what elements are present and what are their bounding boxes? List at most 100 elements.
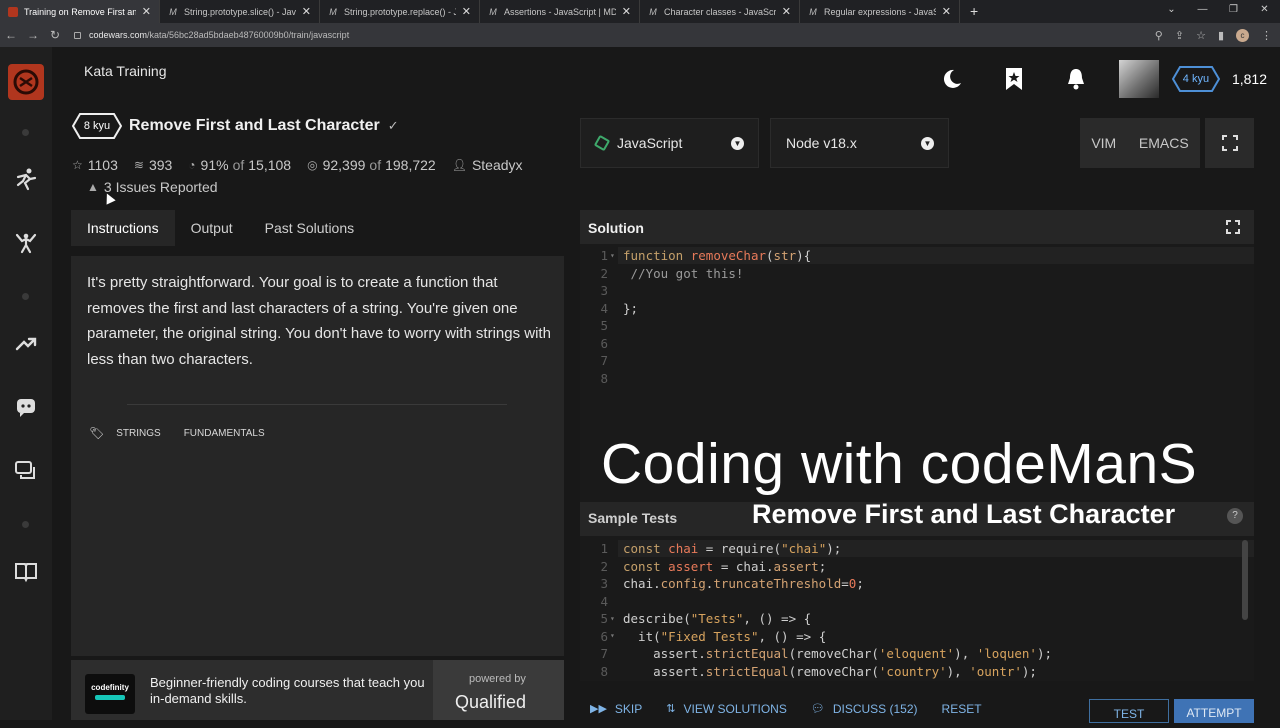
bookmark-icon[interactable]	[983, 67, 1045, 91]
kata-stats: ☆ 1103 ≋ 393 ◔ 91% of 15,108 ◎ 92,399 of 198,722…	[72, 157, 539, 173]
fold-arrow-icon[interactable]: ▾	[610, 614, 615, 623]
instructions-panel: It's pretty straightforward. Your goal i…	[71, 256, 564, 656]
video-overlay-subtitle: Remove First and Last Character	[752, 499, 1176, 529]
codewars-logo-icon[interactable]	[8, 64, 44, 100]
issues-link[interactable]: ▲ 3 Issues Reported	[87, 179, 218, 195]
author-name[interactable]: Steadyx	[472, 157, 523, 173]
mdn-favicon-icon: M	[489, 6, 497, 17]
docs-book-icon[interactable]	[14, 559, 38, 583]
author-stat[interactable]: 👤︎ Steadyx	[452, 157, 523, 173]
language-select[interactable]: JavaScript ▼	[580, 118, 759, 168]
vim-mode-button[interactable]: VIM	[1091, 135, 1116, 151]
menu-dots-icon[interactable]: ⋮	[1261, 29, 1272, 42]
close-tab-icon[interactable]: ✕	[302, 5, 311, 18]
url-field[interactable]: codewars.com/kata/56bc28ad5bdaeb48760009…	[74, 30, 349, 40]
browser-tab-2[interactable]: M String.prototype.replace() - Java ✕	[320, 0, 480, 23]
new-tab-button[interactable]: +	[960, 0, 988, 23]
browser-tab-1[interactable]: M String.prototype.slice() - JavaScri ✕	[160, 0, 320, 23]
attempt-button[interactable]: ATTEMPT	[1174, 699, 1254, 723]
page-title: Kata Training	[84, 63, 167, 79]
scrollbar[interactable]	[1242, 540, 1248, 620]
fold-arrow-icon[interactable]: ▾	[610, 631, 615, 640]
sponsor-ad[interactable]: codefinity Beginner-friendly coding cour…	[71, 660, 564, 720]
code-line: assert.strictEqual(removeChar('country')…	[623, 663, 1037, 679]
dark-mode-moon-icon[interactable]	[921, 67, 983, 91]
line-number: 3	[600, 283, 608, 298]
discord-icon[interactable]	[14, 395, 38, 419]
codewars-app: Kata Training 4 kyu 1,812 8 kyu Remove F…	[0, 47, 1280, 723]
powered-by-panel: powered by Qualified	[433, 660, 564, 720]
tag-strings[interactable]: STRINGS	[116, 428, 160, 439]
issues-label: 3 Issues Reported	[103, 179, 218, 195]
chat-icon[interactable]	[14, 459, 38, 483]
star-icon: ☆	[72, 158, 83, 172]
close-tab-icon[interactable]: ✕	[462, 5, 471, 18]
train-icon[interactable]	[14, 167, 38, 191]
line-number: 1	[600, 541, 608, 556]
share-icon[interactable]: ⇪	[1175, 29, 1184, 42]
bookmark-star-icon[interactable]: ☆	[1196, 29, 1206, 42]
discuss-chat-icon: 💬︎	[810, 703, 825, 715]
javascript-icon	[593, 134, 611, 152]
tab-output[interactable]: Output	[175, 210, 249, 246]
tag-list: 🏷︎ STRINGS FUNDAMENTALS	[89, 426, 288, 440]
sidepanel-icon[interactable]: ▮	[1218, 29, 1224, 42]
line-number: 1	[600, 248, 608, 263]
code-line: it("Fixed Tests", () => {	[623, 628, 827, 644]
sidebar-divider-dot	[22, 521, 29, 528]
close-window-icon[interactable]: ✕	[1249, 0, 1280, 23]
notifications-bell-icon[interactable]	[1045, 67, 1107, 91]
close-tab-icon[interactable]: ✕	[942, 5, 951, 18]
practice-icon[interactable]	[14, 231, 38, 255]
view-solutions-button[interactable]: ⇅ VIEW SOLUTIONS	[666, 702, 787, 716]
zoom-icon[interactable]: ⚲	[1155, 29, 1163, 42]
divider	[127, 404, 507, 405]
minimize-icon[interactable]: —	[1187, 0, 1218, 23]
expand-icon[interactable]	[1226, 220, 1240, 237]
browser-tab-0[interactable]: Training on Remove First and La ✕	[0, 0, 160, 23]
tag-fundamentals[interactable]: FUNDAMENTALS	[184, 428, 265, 439]
sample-tests-editor[interactable]: 1 2 3 4 5 6 7 8 ▾ ▾ const chai = require…	[580, 536, 1254, 681]
profile-avatar[interactable]: c	[1236, 28, 1249, 42]
code-line: assert.strictEqual(removeChar('eloquent'…	[623, 646, 1053, 661]
fullscreen-button[interactable]	[1205, 118, 1254, 168]
ad-logo-text: codefinity	[91, 683, 129, 692]
runtime-select[interactable]: Node v18.x ▼	[770, 118, 949, 168]
discuss-button[interactable]: 💬︎ DISCUSS (152)	[811, 702, 918, 716]
tab-past-solutions[interactable]: Past Solutions	[249, 210, 371, 246]
kata-rank-badge: 8 kyu	[72, 113, 122, 139]
tab-instructions[interactable]: Instructions	[71, 210, 175, 246]
back-icon[interactable]: ←	[0, 28, 22, 42]
emacs-mode-button[interactable]: EMACS	[1139, 135, 1189, 151]
code-line: const assert = chai.assert;	[623, 558, 827, 574]
target-icon: ◎	[307, 158, 318, 172]
browser-tab-4[interactable]: M Character classes - JavaScript | M ✕	[640, 0, 800, 23]
restore-icon[interactable]: ❐	[1218, 0, 1249, 23]
forward-icon[interactable]: →	[22, 28, 44, 42]
reset-button[interactable]: RESET	[942, 702, 982, 716]
close-tab-icon[interactable]: ✕	[782, 5, 791, 18]
user-icon: 👤︎	[451, 158, 467, 172]
solution-label: Solution	[588, 220, 644, 236]
line-number: 2	[600, 265, 608, 281]
close-tab-icon[interactable]: ✕	[142, 5, 151, 18]
tab-search-icon[interactable]: ⌄	[1156, 0, 1187, 23]
chevron-down-icon: ▼	[731, 137, 744, 150]
code-line: chai.config.truncateThreshold=0;	[623, 576, 864, 591]
avatar[interactable]	[1118, 60, 1159, 98]
fold-arrow-icon[interactable]: ▾	[610, 251, 615, 260]
lock-icon	[74, 31, 81, 39]
honor-count: 1,812	[1231, 71, 1267, 87]
close-tab-icon[interactable]: ✕	[622, 5, 631, 18]
line-number: 8	[600, 663, 608, 679]
test-button[interactable]: TEST	[1089, 699, 1169, 723]
stars-stat[interactable]: ☆ 1103	[72, 157, 118, 173]
browser-tab-5[interactable]: M Regular expressions - JavaScript ✕	[800, 0, 960, 23]
line-number: 6	[600, 628, 608, 644]
browser-tab-3[interactable]: M Assertions - JavaScript | MDN ✕	[480, 0, 640, 23]
leaderboard-trend-icon[interactable]	[14, 331, 38, 355]
line-number: 4	[600, 593, 608, 609]
skip-button[interactable]: ▶▶ SKIP	[590, 702, 642, 716]
reload-icon[interactable]: ↻	[44, 28, 66, 42]
help-icon[interactable]: ?	[1227, 508, 1243, 524]
